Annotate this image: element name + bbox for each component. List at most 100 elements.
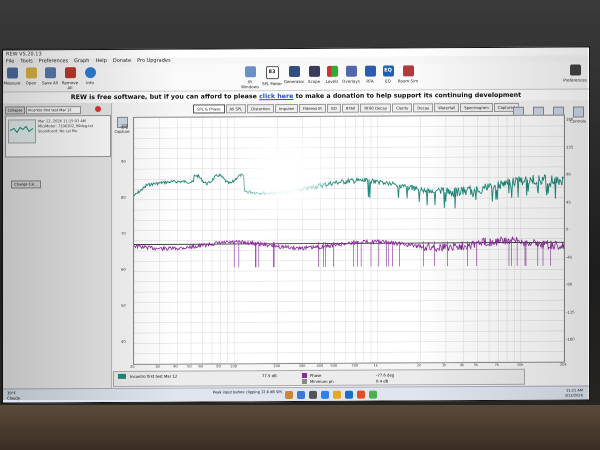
grid-line-horizontal [134, 361, 564, 365]
tab-all-spl[interactable]: All SPL [225, 104, 247, 114]
grid-line-horizontal [134, 330, 564, 334]
trace-legend-bar: Incontro first test Mar 12 77.5 dB Phase… [113, 368, 525, 387]
frequency-tick-label: 300 [298, 363, 306, 368]
grid-line-horizontal [134, 320, 564, 324]
tab-filtered-ir[interactable]: Filtered IR [298, 103, 326, 113]
scope-icon [308, 65, 320, 77]
frequency-tick-label: 20k [560, 362, 567, 367]
spl-phase-plot[interactable] [133, 114, 565, 365]
tab-distortion[interactable]: Distortion [247, 104, 274, 114]
controls-icon [572, 106, 584, 118]
minimum-phase-label: Minimum ph [310, 378, 334, 384]
tab-gd[interactable]: GD [326, 103, 341, 113]
windows-taskbar: 39°F Cloudy Peak input before clipping 12… [3, 385, 589, 404]
tab-spectrogram[interactable]: Spectrogram [460, 102, 493, 113]
tab-decay[interactable]: Decay [413, 103, 434, 113]
open-button[interactable]: Open [22, 67, 40, 85]
frequency-tick-label: 10k [516, 362, 524, 367]
phase-tick-label: -180 [566, 336, 575, 342]
grid-line-horizontal [134, 135, 564, 139]
start-icon[interactable] [285, 391, 293, 400]
spl-meter-button[interactable]: 83 SPL Meter [261, 66, 283, 86]
file-explorer-icon[interactable] [333, 390, 341, 399]
grid-line-horizontal [134, 166, 564, 170]
generator-button[interactable]: Generator [283, 65, 305, 84]
task-view-icon[interactable] [309, 390, 317, 399]
spl-tick-label: 90 [121, 158, 126, 164]
rta-button[interactable]: RTA [361, 65, 379, 84]
info-icon [84, 67, 96, 79]
spl-tick-label: 100 [121, 122, 129, 128]
grid-line-horizontal [134, 207, 564, 211]
frequency-tick-label: 40 [173, 364, 178, 369]
thumbnail-graph [9, 125, 34, 134]
grid-line-horizontal [134, 299, 564, 303]
graph-area: SPL & Phase All SPL Distortion Impulse Filte… [113, 100, 589, 389]
frequency-tick-label: 500 [330, 363, 338, 368]
menu-tools[interactable]: Tools [20, 58, 32, 65]
grid-line-horizontal [134, 187, 564, 190]
desk-surface [0, 405, 600, 450]
frequency-tick-label: 700 [351, 363, 359, 368]
frequency-tick-label: 50 [187, 364, 192, 369]
tab-rt60-decay[interactable]: RT60 Decay [360, 103, 391, 113]
remove-all-button[interactable]: Remove All [61, 67, 79, 90]
measurements-panel: Collapse Incontro first test Mar 12 Mar … [3, 102, 112, 390]
main-toolbar: Measure Open Save All Remove All Info IR… [3, 62, 589, 93]
measure-button[interactable]: Measure [3, 67, 21, 86]
tab-rt60[interactable]: RT60 [341, 103, 360, 113]
frequency-tick-label: 5k [473, 363, 479, 368]
weather-widget[interactable]: 39°F Cloudy [7, 390, 20, 400]
tab-waterfall[interactable]: Waterfall [434, 103, 460, 113]
minimum-phase-checkbox[interactable] [302, 378, 307, 384]
tab-impulse[interactable]: Impulse [274, 103, 298, 114]
system-clock[interactable]: 11:21 AM 3/12/2026 [565, 388, 583, 398]
save-all-button[interactable]: Save All [41, 67, 59, 85]
measurement-item[interactable]: Mar 12, 2026 11:15:03 AM Mic/Meter: 7106… [5, 114, 111, 158]
grid-line-horizontal [134, 115, 564, 119]
rew-taskbar-icon[interactable] [369, 390, 377, 399]
measurement-name-field[interactable]: Incontro first test Mar 12 [26, 106, 81, 115]
min-readout: 0.4 dB [376, 378, 389, 384]
spl-tick-label: 40 [121, 338, 126, 344]
phase-tick-label: 45 [566, 199, 571, 205]
overlays-button[interactable]: Overlays [341, 65, 361, 84]
frequency-tick-label: 60 [198, 364, 203, 369]
menu-file[interactable]: File [6, 58, 14, 65]
frequency-tick-label: 100 [230, 364, 238, 369]
grid-line-horizontal [134, 217, 564, 221]
frequency-tick-label: 400 [316, 363, 324, 368]
grid-line-horizontal [134, 289, 564, 293]
grid-line-horizontal [134, 279, 564, 283]
spl-meter-icon: 83 [265, 66, 279, 80]
eq-button[interactable]: EQ EQ [379, 65, 397, 84]
menu-help[interactable]: Help [95, 58, 106, 65]
levels-button[interactable]: Levels [323, 65, 341, 84]
frequency-tick-label: 200 [273, 364, 281, 369]
store-icon[interactable] [345, 390, 353, 399]
collapse-button[interactable]: Collapse [5, 106, 25, 115]
eq-icon: EQ [382, 65, 394, 77]
grid-line-horizontal [134, 156, 564, 160]
phase-checkbox[interactable] [302, 372, 307, 378]
close-icon[interactable] [95, 106, 101, 113]
edge-icon[interactable] [321, 390, 329, 399]
ir-windows-button[interactable]: IR Windows [239, 66, 261, 89]
phase-tick-label: 135 [566, 144, 574, 150]
tab-spl-phase[interactable]: SPL & Phase [193, 104, 225, 114]
overlays-icon [345, 65, 357, 77]
spl-tick-label: 50 [121, 302, 126, 308]
search-icon[interactable] [297, 390, 305, 399]
spl-tick-label: 80 [121, 194, 126, 200]
room-sim-button[interactable]: Room Sim [397, 65, 419, 83]
change-cal-button[interactable]: Change Cal... [11, 180, 41, 189]
tab-clarity[interactable]: Clarity [391, 103, 413, 113]
info-button[interactable]: Info [81, 67, 99, 85]
office-icon[interactable] [357, 390, 365, 399]
measurement-info: Mar 12, 2026 11:15:03 AM Mic/Meter: 7106… [38, 119, 94, 134]
donate-link[interactable]: click here [259, 93, 293, 100]
scope-button[interactable]: Scope [305, 65, 323, 84]
spl-color-swatch [118, 373, 126, 379]
preferences-button[interactable]: Preferences [563, 64, 587, 83]
grid-line-horizontal [134, 125, 564, 129]
